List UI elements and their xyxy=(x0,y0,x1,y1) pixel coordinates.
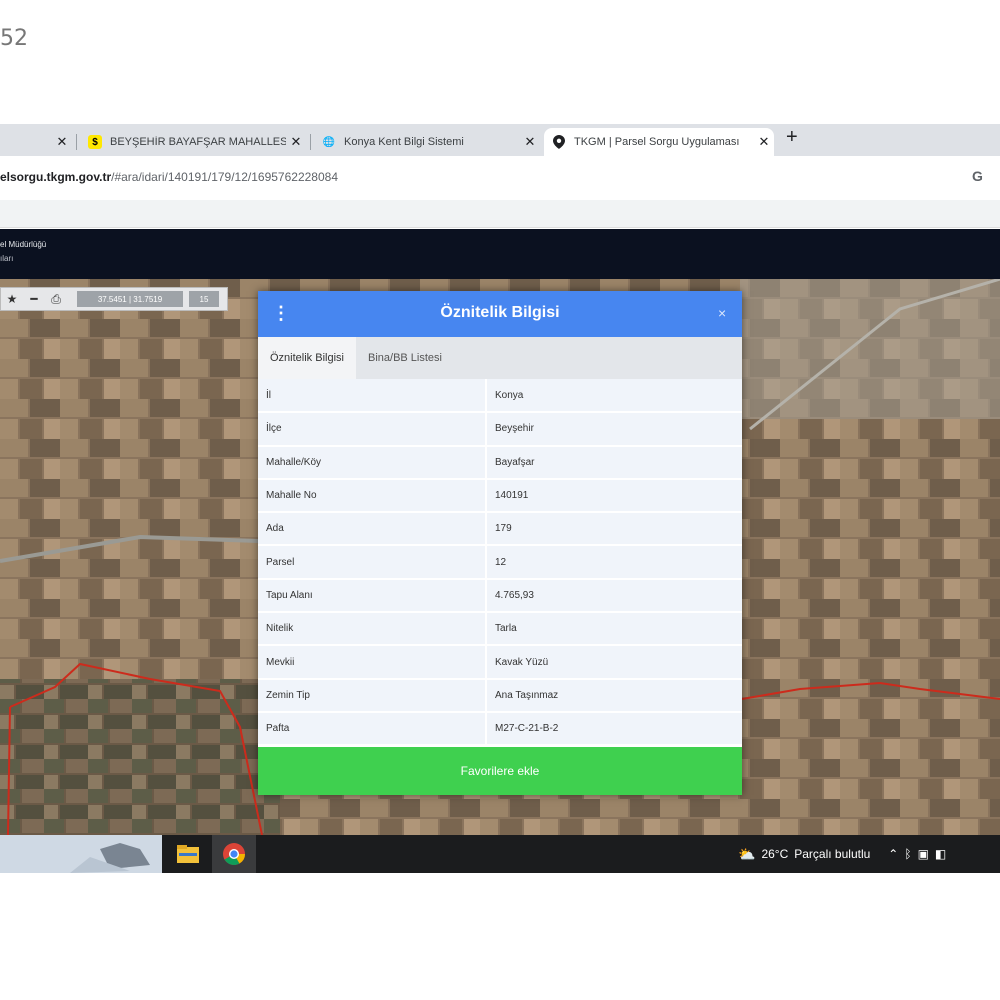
row-key: Mevkii xyxy=(258,645,487,680)
tab-title: Konya Kent Bilgi Sistemi xyxy=(344,136,464,148)
close-icon[interactable]: ✕ xyxy=(754,134,774,150)
tab-attribute-info[interactable]: Öznitelik Bilgisi xyxy=(258,337,356,379)
map-pin-icon xyxy=(552,135,566,149)
network-icon[interactable]: ◧ xyxy=(935,847,946,861)
table-row: Parsel 12 xyxy=(258,545,742,580)
globe-icon: 🌐 xyxy=(322,136,336,148)
row-value: Bayafşar xyxy=(486,445,742,480)
minus-icon[interactable]: ━ xyxy=(23,292,45,306)
coordinates-readout: 37.5451 | 31.7519 xyxy=(77,291,183,307)
table-row: Pafta M27-C-21-B-2 xyxy=(258,711,742,747)
chevron-up-icon[interactable]: ⌃ xyxy=(888,847,898,861)
file-explorer-icon[interactable] xyxy=(166,835,210,873)
table-row: Tapu Alanı 4.765,93 xyxy=(258,578,742,614)
chrome-icon[interactable] xyxy=(212,835,256,873)
row-key: Zemin Tip xyxy=(258,678,487,713)
app-header: el Müdürlüğü ıları xyxy=(0,229,1000,279)
row-key: Mahalle No xyxy=(258,478,487,514)
close-icon[interactable]: ✕ xyxy=(52,134,72,150)
url-domain: elsorgu.tkgm.gov.tr xyxy=(0,170,112,184)
display-icon[interactable]: ▣ xyxy=(918,847,929,861)
browser-tab-bar: ✕ $ BEYŞEHİR BAYAFŞAR MAHALLESİ ✕ 🌐 Kony… xyxy=(0,124,1000,156)
url-text[interactable]: elsorgu.tkgm.gov.tr/#ara/idari/140191/17… xyxy=(0,170,338,184)
row-key: Parsel xyxy=(258,545,487,580)
temperature-text: 26°C xyxy=(761,847,789,861)
table-row: Nitelik Tarla xyxy=(258,612,742,647)
row-value: 12 xyxy=(486,545,742,580)
table-row: Mahalle/Köy Bayafşar xyxy=(258,445,742,480)
google-icon[interactable]: G xyxy=(972,168,983,184)
row-key: Mahalle/Köy xyxy=(258,445,487,480)
row-key: Nitelik xyxy=(258,612,487,647)
windows-taskbar: ⛅ 26°C Parçalı bulutlu ⌃ ᛒ ▣ ◧ xyxy=(0,835,1000,873)
row-value: 4.765,93 xyxy=(486,578,742,614)
address-bar[interactable]: elsorgu.tkgm.gov.tr/#ara/idari/140191/17… xyxy=(0,156,1000,200)
dialog-tabs: Öznitelik Bilgisi Bina/BB Listesi xyxy=(258,337,742,379)
browser-tab-3[interactable]: 🌐 Konya Kent Bilgi Sistemi ✕ xyxy=(314,128,540,156)
new-tab-button[interactable]: + xyxy=(786,126,798,149)
app-header-line1: el Müdürlüğü xyxy=(0,240,47,249)
row-value: Ana Taşınmaz xyxy=(486,678,742,713)
weather-text: Parçalı bulutlu xyxy=(794,847,871,861)
dialog-title: Öznitelik Bilgisi xyxy=(440,304,560,321)
attribute-dialog: ⋮ Öznitelik Bilgisi × Öznitelik Bilgisi … xyxy=(258,291,742,795)
browser-tab-1[interactable]: ✕ xyxy=(0,128,72,156)
taskbar-thumbnail[interactable] xyxy=(0,835,162,873)
browser-tab-2[interactable]: $ BEYŞEHİR BAYAFŞAR MAHALLESİ ✕ xyxy=(80,128,306,156)
close-icon[interactable]: ✕ xyxy=(520,134,540,150)
row-key: Pafta xyxy=(258,711,487,747)
print-icon[interactable]: ⎙ xyxy=(45,292,67,307)
table-row: İl Konya xyxy=(258,379,742,414)
dialog-header: ⋮ Öznitelik Bilgisi × xyxy=(258,291,742,337)
table-row: Ada 179 xyxy=(258,512,742,547)
table-row: İlçe Beyşehir xyxy=(258,412,742,447)
row-value: M27-C-21-B-2 xyxy=(486,711,742,747)
row-key: Tapu Alanı xyxy=(258,578,487,614)
star-icon[interactable]: ★ xyxy=(1,292,23,306)
system-tray: ⛅ 26°C Parçalı bulutlu ⌃ ᛒ ▣ ◧ xyxy=(738,835,946,873)
tab-title: BEYŞEHİR BAYAFŞAR MAHALLESİ xyxy=(110,136,286,148)
page-number-text: 52 xyxy=(0,26,28,51)
row-value: Tarla xyxy=(486,612,742,647)
tab-building-list[interactable]: Bina/BB Listesi xyxy=(356,337,454,379)
tab-title: TKGM | Parsel Sorgu Uygulaması xyxy=(574,136,740,148)
row-key: İl xyxy=(258,379,487,414)
row-value: Beyşehir xyxy=(486,412,742,447)
close-icon[interactable]: ✕ xyxy=(286,134,306,150)
row-value: Konya xyxy=(486,379,742,414)
close-icon[interactable]: × xyxy=(718,305,726,321)
browser-tab-4[interactable]: TKGM | Parsel Sorgu Uygulaması ✕ xyxy=(544,128,774,156)
attribute-table: İl Konya İlçe Beyşehir Mahalle/Köy Bayafşar… xyxy=(258,379,742,747)
zoom-level: 15 xyxy=(189,291,219,307)
row-value: 140191 xyxy=(486,478,742,514)
row-value: Kavak Yüzü xyxy=(486,645,742,680)
row-key: İlçe xyxy=(258,412,487,447)
browser-toolbar-area xyxy=(0,200,1000,228)
sahibinden-icon: $ xyxy=(88,135,102,149)
row-value: 179 xyxy=(486,512,742,547)
table-row: Mahalle No 140191 xyxy=(258,478,742,514)
app-header-line2: ıları xyxy=(0,254,14,263)
url-path: /#ara/idari/140191/179/12/1695762228084 xyxy=(111,170,338,184)
table-row: Mevkii Kavak Yüzü xyxy=(258,645,742,680)
table-row: Zemin Tip Ana Taşınmaz xyxy=(258,678,742,713)
add-to-favorites-button[interactable]: Favorilere ekle xyxy=(258,747,742,795)
map-toolbar: ★ ━ ⎙ 37.5451 | 31.7519 15 xyxy=(0,287,228,311)
bluetooth-icon[interactable]: ᛒ xyxy=(904,847,911,861)
row-key: Ada xyxy=(258,512,487,547)
weather-icon[interactable]: ⛅ xyxy=(738,846,755,863)
